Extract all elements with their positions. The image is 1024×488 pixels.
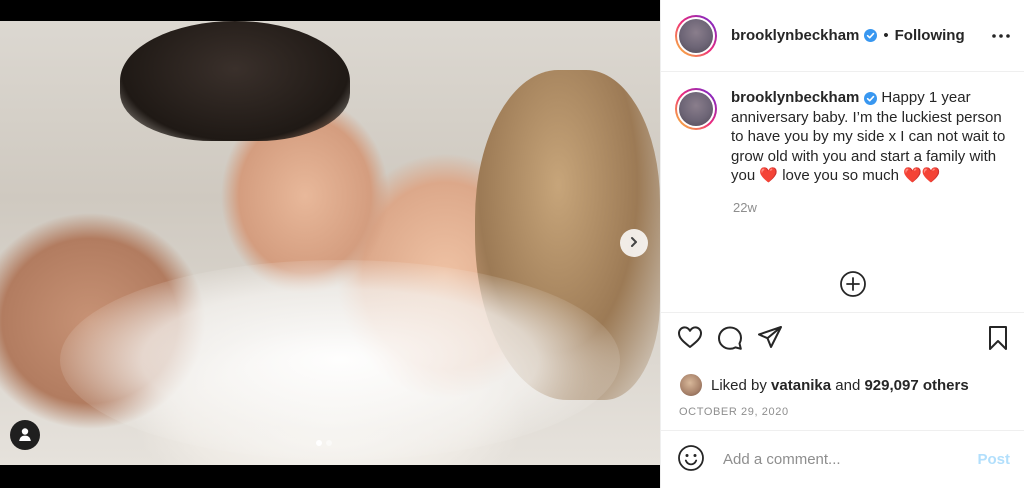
caption-timestamp[interactable]: 22w	[733, 200, 1010, 215]
more-horizontal-icon[interactable]	[992, 33, 1010, 38]
post-comment-button[interactable]: Post	[977, 451, 1010, 468]
likes-text: Liked by vatanika and 929,097 others	[711, 377, 969, 394]
comment-icon	[717, 326, 743, 354]
chevron-right-icon	[628, 236, 640, 251]
tagged-users-button[interactable]	[10, 420, 40, 450]
comment-input[interactable]	[721, 450, 978, 469]
verified-badge-icon	[864, 91, 878, 105]
photo-detail	[60, 260, 620, 460]
likes-prefix: Liked by	[711, 376, 767, 394]
next-slide-button[interactable]	[620, 229, 648, 257]
photo-detail	[120, 21, 350, 141]
post-media	[0, 0, 660, 488]
comment-button[interactable]	[717, 325, 743, 354]
smiley-icon	[677, 444, 705, 475]
avatar-image	[679, 92, 713, 126]
instagram-post: brooklynbeckham • Following brooklynbeck…	[0, 0, 1024, 488]
heart-icon	[677, 326, 703, 352]
paper-plane-icon	[757, 326, 783, 352]
action-bar	[661, 312, 1024, 372]
save-button[interactable]	[986, 325, 1010, 354]
emoji-button[interactable]	[677, 444, 705, 475]
carousel-indicator	[316, 440, 332, 446]
header-separator: •	[883, 27, 889, 44]
avatar[interactable]	[675, 14, 717, 57]
likes-joiner: and	[835, 376, 861, 394]
caption: brooklynbeckham Happy 1 year anniversary…	[675, 88, 1010, 186]
verified-badge-icon	[864, 29, 878, 42]
avatar-image	[679, 18, 713, 53]
post-header: brooklynbeckham • Following	[661, 0, 1024, 72]
post-side-panel: brooklynbeckham • Following brooklynbeck…	[660, 0, 1024, 488]
likes-count[interactable]: 929,097 others	[864, 377, 968, 394]
load-more-comments-button[interactable]	[839, 270, 867, 298]
following-button[interactable]: Following	[895, 27, 965, 44]
post-date[interactable]: OCTOBER 29, 2020	[661, 398, 1024, 430]
like-button[interactable]	[677, 325, 703, 352]
liker-avatar[interactable]	[679, 373, 703, 397]
share-button[interactable]	[757, 325, 783, 352]
caption-avatar[interactable]	[675, 88, 717, 130]
caption-username[interactable]: brooklynbeckham	[731, 89, 859, 106]
liker-username[interactable]: vatanika	[771, 377, 831, 394]
comments-area: brooklynbeckham Happy 1 year anniversary…	[661, 72, 1024, 312]
caption-text: brooklynbeckham Happy 1 year anniversary…	[731, 88, 1010, 186]
carousel-dot-active	[316, 440, 322, 446]
carousel-dot	[326, 440, 332, 446]
likes-summary: Liked by vatanika and 929,097 others	[661, 372, 1024, 398]
bookmark-icon	[986, 326, 1010, 354]
plus-circle-icon	[839, 271, 867, 301]
comment-composer: Post	[661, 430, 1024, 488]
user-tag-icon	[17, 426, 33, 445]
header-username[interactable]: brooklynbeckham	[731, 27, 859, 44]
